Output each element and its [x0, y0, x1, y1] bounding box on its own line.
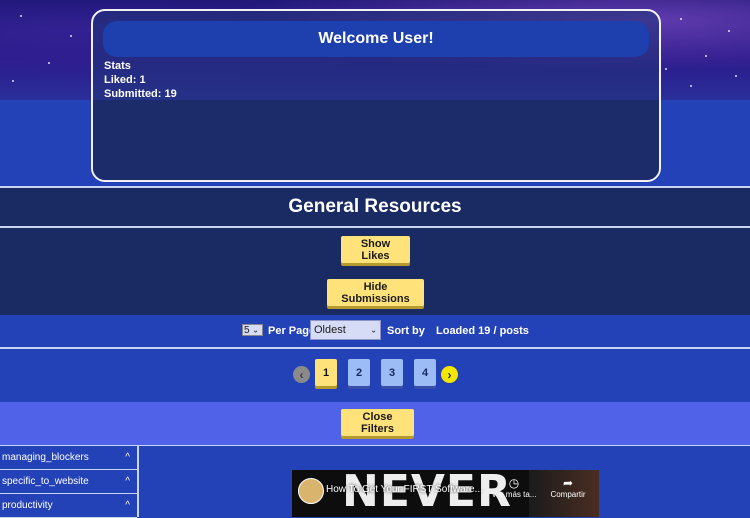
- stats-panel: Stats Liked: 1 Submitted: 19: [104, 59, 177, 101]
- share-label: Compartir: [550, 490, 586, 499]
- sort-value: Oldest: [314, 324, 346, 336]
- page-button-3[interactable]: 3: [381, 359, 403, 386]
- chevron-left-icon[interactable]: ‹: [293, 366, 310, 383]
- video-embed[interactable]: NEVER How To Get Your FIRST Software... …: [292, 470, 599, 517]
- per-page-value: 5: [244, 324, 250, 336]
- per-page-label: Per Page: [268, 325, 316, 337]
- show-likes-button[interactable]: Show Likes: [341, 236, 410, 263]
- page-button-4[interactable]: 4: [414, 359, 436, 386]
- divider: [0, 347, 750, 349]
- sidebar-item-specific-to-website[interactable]: specific_to_website ^: [0, 470, 137, 494]
- watch-later-label: Ver más ta...: [491, 490, 537, 499]
- chevron-down-icon: ⌄: [370, 325, 377, 335]
- chevron-down-icon: ⌄: [252, 325, 259, 335]
- sort-label: Sort by: [387, 325, 425, 337]
- watch-later-button[interactable]: ◷ Ver más ta...: [490, 476, 538, 499]
- section-header: General Resources: [0, 188, 750, 226]
- liked-count: Liked: 1: [104, 74, 146, 86]
- per-page-select[interactable]: 5 ⌄: [242, 324, 263, 336]
- share-button[interactable]: ➦ Compartir: [544, 476, 592, 499]
- welcome-card: Welcome User! Stats Liked: 1 Submitted: …: [91, 9, 661, 182]
- chevron-up-icon[interactable]: ^: [125, 470, 130, 493]
- list-controls: 5 ⌄ Per Page Oldest ⌄ Sort by Loaded 19 …: [0, 315, 750, 347]
- page-button-2[interactable]: 2: [348, 359, 370, 386]
- sidebar-item-label: productivity: [2, 500, 53, 511]
- page-button-1[interactable]: 1: [315, 359, 337, 386]
- hide-submissions-button[interactable]: Hide Submissions: [327, 279, 424, 306]
- clock-icon: ◷: [508, 476, 520, 490]
- section-title: General Resources: [288, 196, 462, 217]
- stats-title: Stats: [104, 60, 131, 72]
- chevron-right-icon[interactable]: ›: [441, 366, 458, 383]
- close-filters-button[interactable]: Close Filters: [341, 409, 414, 436]
- video-title[interactable]: How To Get Your FIRST Software...: [326, 484, 483, 495]
- share-icon: ➦: [562, 476, 574, 490]
- submitted-count: Submitted: 19: [104, 88, 177, 100]
- welcome-heading: Welcome User!: [103, 21, 649, 57]
- channel-avatar[interactable]: [298, 478, 324, 504]
- sidebar-item-label: specific_to_website: [2, 476, 89, 487]
- loaded-count: Loaded 19 / posts: [436, 325, 529, 337]
- chevron-up-icon[interactable]: ^: [125, 446, 130, 469]
- sidebar-item-label: managing_blockers: [2, 452, 89, 463]
- chevron-up-icon[interactable]: ^: [125, 494, 130, 517]
- filter-sidebar: managing_blockers ^ specific_to_website …: [0, 446, 139, 518]
- sort-select[interactable]: Oldest ⌄: [310, 320, 381, 340]
- sidebar-item-productivity[interactable]: productivity ^: [0, 494, 137, 518]
- sidebar-item-managing-blockers[interactable]: managing_blockers ^: [0, 446, 137, 470]
